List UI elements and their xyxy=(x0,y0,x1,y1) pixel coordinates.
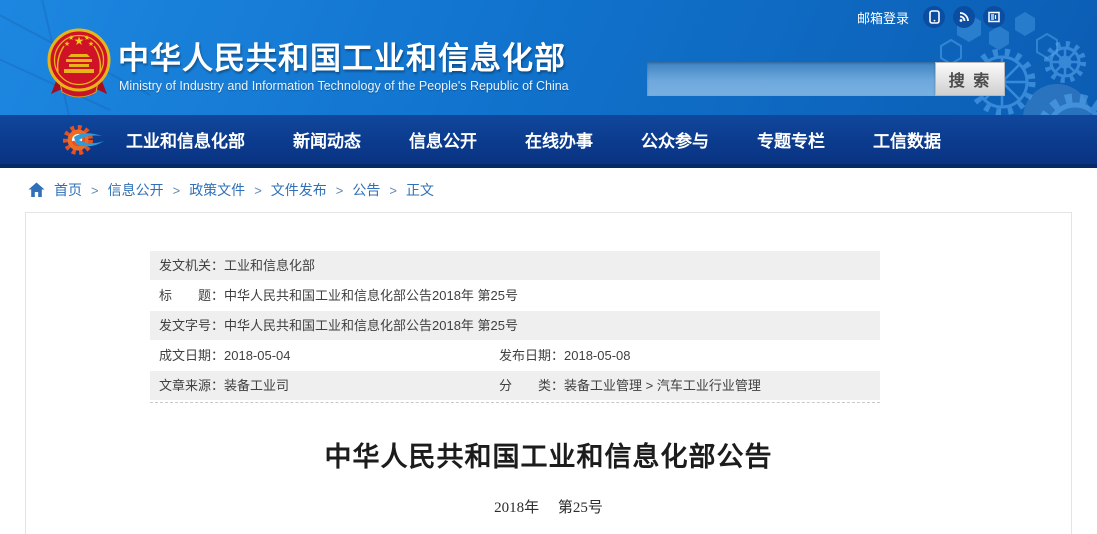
breadcrumb-item-5[interactable]: 正文 xyxy=(406,180,434,200)
meta-value: 装备工业司 xyxy=(224,378,289,393)
meta-value: 工业和信息化部 xyxy=(224,258,315,273)
meta-table: 发文机关：工业和信息化部标 题：中华人民共和国工业和信息化部公告2018年 第2… xyxy=(150,251,880,401)
site-subtitle-en: Ministry of Industry and Information Tec… xyxy=(119,79,569,93)
meta-value: 2018-05-04 xyxy=(224,348,291,363)
breadcrumb-item-1[interactable]: 信息公开 xyxy=(108,180,164,200)
breadcrumb-separator: > xyxy=(173,183,181,198)
meta-label: 发布日期： xyxy=(499,348,564,363)
search-box: 搜 索 xyxy=(647,62,1005,96)
breadcrumb-item-0[interactable]: 首页 xyxy=(54,180,82,200)
breadcrumb-separator: > xyxy=(91,183,99,198)
site-title: 中华人民共和国工业和信息化部 xyxy=(118,33,566,78)
meta-cell: 发文字号：中华人民共和国工业和信息化部公告2018年 第25号 xyxy=(150,311,518,340)
document-panel: 发文机关：工业和信息化部标 题：中华人民共和国工业和信息化部公告2018年 第2… xyxy=(25,212,1072,534)
meta-row: 文章来源：装备工业司 分 类：装备工业管理 > 汽车工业行业管理 xyxy=(150,371,880,400)
nav-item-1[interactable]: 新闻动态 xyxy=(293,127,361,152)
breadcrumb-separator: > xyxy=(336,183,344,198)
svg-text:★: ★ xyxy=(74,34,85,48)
meta-label: 文章来源： xyxy=(159,378,224,393)
meta-value: 装备工业管理 > 汽车工业行业管理 xyxy=(564,378,761,393)
meta-cell: 标 题：中华人民共和国工业和信息化部公告2018年 第25号 xyxy=(150,281,518,310)
nav-item-2[interactable]: 信息公开 xyxy=(409,127,477,152)
meta-value: 中华人民共和国工业和信息化部公告2018年 第25号 xyxy=(224,318,518,333)
nav-item-4[interactable]: 公众参与 xyxy=(641,127,709,152)
breadcrumb: 首页 > 信息公开 > 政策文件 > 文件发布 > 公告 > 正文 xyxy=(0,168,1097,212)
breadcrumb-item-2[interactable]: 政策文件 xyxy=(189,180,245,200)
site-header: 邮箱登录 ★ ★ ★ ★ ★ xyxy=(0,0,1097,168)
breadcrumb-item-4[interactable]: 公告 xyxy=(352,180,380,200)
meta-cell: 发布日期：2018-05-08 xyxy=(490,341,631,370)
meta-label: 分 类： xyxy=(499,378,564,393)
meta-cell: 分 类：装备工业管理 > 汽车工业行业管理 xyxy=(490,371,761,400)
nav-item-0[interactable]: 工业和信息化部 xyxy=(126,127,245,152)
miit-logo-icon xyxy=(58,120,110,160)
meta-cell: 发文机关：工业和信息化部 xyxy=(150,251,315,280)
meta-label: 发文机关： xyxy=(159,258,224,273)
meta-label: 成文日期： xyxy=(159,348,224,363)
meta-cell: 成文日期：2018-05-04 xyxy=(150,341,291,370)
breadcrumb-separator: > xyxy=(389,183,397,198)
document-title: 中华人民共和国工业和信息化部公告 xyxy=(26,435,1071,474)
nav-item-5[interactable]: 专题专栏 xyxy=(757,127,825,152)
nav-items: 工业和信息化部 新闻动态 信息公开 在线办事 公众参与 专题专栏 工信数据 xyxy=(126,127,941,152)
meta-separator xyxy=(150,402,880,403)
nav-item-3[interactable]: 在线办事 xyxy=(525,127,593,152)
meta-label: 标 题： xyxy=(159,288,224,303)
meta-row: 发文机关：工业和信息化部 xyxy=(150,251,880,280)
meta-value: 中华人民共和国工业和信息化部公告2018年 第25号 xyxy=(224,288,518,303)
news-icon[interactable] xyxy=(983,6,1005,28)
page: 邮箱登录 ★ ★ ★ ★ ★ xyxy=(0,0,1097,534)
svg-text:★: ★ xyxy=(68,34,74,42)
mail-login-link[interactable]: 邮箱登录 xyxy=(857,8,909,27)
mobile-icon[interactable] xyxy=(923,6,945,28)
meta-row: 发文字号：中华人民共和国工业和信息化部公告2018年 第25号 xyxy=(150,311,880,340)
meta-label: 发文字号： xyxy=(159,318,224,333)
home-icon[interactable] xyxy=(28,182,45,198)
meta-row: 标 题：中华人民共和国工业和信息化部公告2018年 第25号 xyxy=(150,281,880,310)
meta-cell: 文章来源：装备工业司 xyxy=(150,371,289,400)
meta-row: 成文日期：2018-05-04 发布日期：2018-05-08 xyxy=(150,341,880,370)
breadcrumb-items: 首页 > 信息公开 > 政策文件 > 文件发布 > 公告 > 正文 xyxy=(54,180,434,200)
search-input[interactable] xyxy=(647,62,935,96)
rss-icon[interactable] xyxy=(953,6,975,28)
meta-value: 2018-05-08 xyxy=(564,348,631,363)
breadcrumb-item-3[interactable]: 文件发布 xyxy=(271,180,327,200)
breadcrumb-separator: > xyxy=(254,183,262,198)
search-button[interactable]: 搜 索 xyxy=(935,62,1005,96)
document-issue-number: 2018年 第25号 xyxy=(26,496,1071,517)
utility-bar: 邮箱登录 xyxy=(857,5,1005,29)
national-emblem: ★ ★ ★ ★ ★ xyxy=(46,28,112,102)
main-nav: 工业和信息化部 新闻动态 信息公开 在线办事 公众参与 专题专栏 工信数据 xyxy=(0,115,1097,168)
nav-item-6[interactable]: 工信数据 xyxy=(873,127,941,152)
svg-text:★: ★ xyxy=(84,34,90,42)
